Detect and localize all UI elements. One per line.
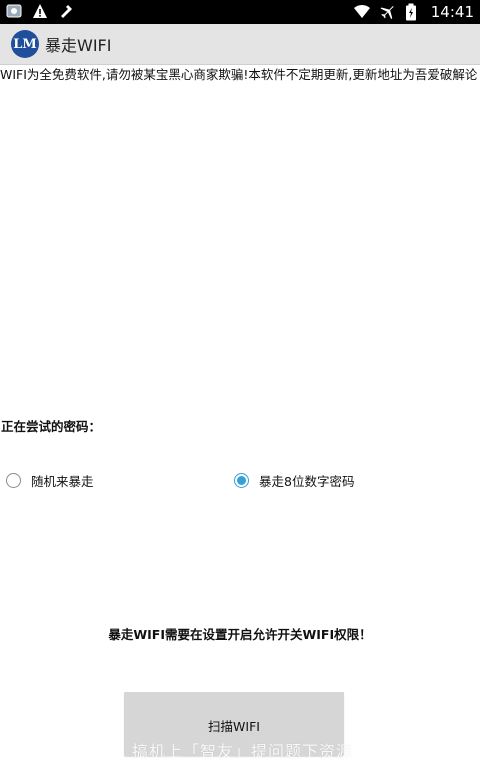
- watermark-overlay: 搞机上「智友」提问题下资源: [132, 742, 354, 761]
- radio-8-digit-attack[interactable]: [234, 472, 249, 488]
- status-time: 14:41: [430, 3, 474, 21]
- option-random-attack[interactable]: 随机来暴走: [6, 469, 94, 491]
- warning-icon: [32, 3, 50, 21]
- trying-password-label: 正在尝试的密码：: [1, 419, 102, 434]
- option-8-digit-attack[interactable]: 暴走8位数字密码: [234, 469, 354, 491]
- option-8-digit-attack-label: 暴走8位数字密码: [259, 473, 355, 489]
- option-random-attack-label: 随机来暴走: [31, 473, 94, 489]
- status-bar-system: 14:41: [353, 3, 474, 21]
- app-title: 暴走WIFI: [45, 36, 112, 55]
- permission-note: 暴走WIFI需要在设置开启允许开关WIFI权限！: [108, 627, 372, 642]
- status-bar: 14:41: [0, 0, 480, 24]
- radio-random-attack[interactable]: [6, 472, 21, 488]
- airplane-icon: [379, 3, 397, 21]
- scan-wifi-button-label: 扫描WIFI: [208, 719, 260, 734]
- notice-marquee: WIFI为全免费软件,请勿被某宝黑心商家欺骗!本软件不定期更新,更新地址为吾爱破…: [0, 67, 478, 82]
- status-bar-notifications: [6, 3, 76, 21]
- gallery-icon: [6, 3, 24, 21]
- tools-icon: [58, 3, 76, 21]
- app-logo-icon[interactable]: LM: [11, 30, 39, 58]
- battery-icon: [405, 3, 423, 21]
- wifi-icon: [353, 3, 371, 21]
- action-bar: LM 暴走WIFI: [0, 24, 480, 65]
